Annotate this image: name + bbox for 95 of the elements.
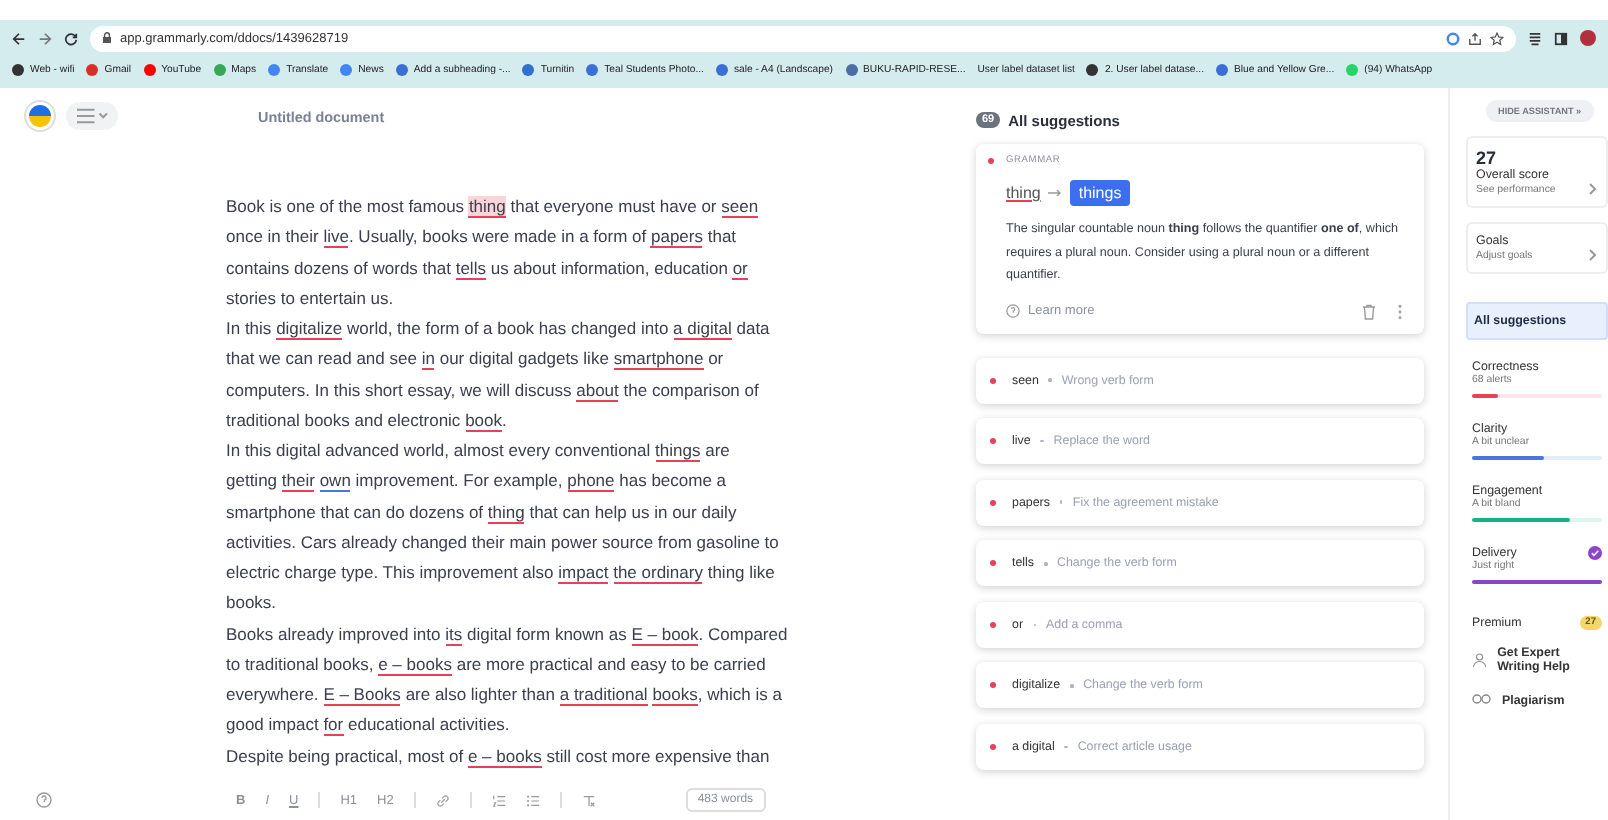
flagged-word[interactable]: e – books xyxy=(378,653,452,676)
flagged-word[interactable]: impact xyxy=(558,562,609,584)
flagged-word[interactable]: about xyxy=(576,379,619,401)
selected-word[interactable]: thing xyxy=(468,196,506,218)
text-run: electric charge type. This improvement also xyxy=(226,562,554,582)
reload-icon[interactable] xyxy=(64,31,78,45)
text-run: traditional books and electronic xyxy=(226,409,461,430)
clear-format-icon[interactable] xyxy=(581,793,596,807)
flagged-word[interactable]: things xyxy=(655,440,701,462)
share-icon[interactable] xyxy=(1468,31,1482,45)
text-run: . xyxy=(502,409,507,430)
flagged-word[interactable]: phone xyxy=(567,470,615,493)
person-icon xyxy=(1472,650,1488,670)
flagged-word[interactable]: tells xyxy=(455,257,486,279)
flagged-word[interactable]: books xyxy=(652,684,698,706)
text-run: good impact xyxy=(226,714,319,735)
text-run: us about information, education xyxy=(490,257,728,277)
text-run: digital form known as xyxy=(467,623,627,643)
text-run: In this digital advanced world, almost every conventional xyxy=(226,440,651,460)
flagged-word[interactable]: smartphone xyxy=(613,348,704,371)
text-run: has become a xyxy=(619,470,727,491)
text-run: thing like xyxy=(707,562,775,582)
text-run: In this xyxy=(226,318,272,338)
more-icon[interactable] xyxy=(1396,303,1404,319)
sidebar-icon[interactable] xyxy=(1554,31,1568,45)
back-icon[interactable] xyxy=(12,31,26,45)
menu-icon[interactable] xyxy=(66,102,118,130)
forward-icon[interactable] xyxy=(38,31,52,45)
text-run: that xyxy=(707,226,737,247)
trash-icon[interactable] xyxy=(1362,303,1376,319)
numbered-list-icon[interactable] xyxy=(491,793,506,807)
text-run: , which is a xyxy=(697,684,782,704)
text-run: smartphone that can do dozens of xyxy=(226,501,484,521)
text-run: Book is one of the most famous xyxy=(226,196,465,216)
text-run: are more practical and easy to be carried xyxy=(456,653,766,674)
text-run: Despite being practical, most of xyxy=(226,745,464,765)
star-icon[interactable] xyxy=(1490,31,1504,45)
text-run: . Usually, books were made in a form of xyxy=(348,226,647,247)
text-run: that everyone must have or xyxy=(510,196,717,216)
flagged-word[interactable]: the ordinary xyxy=(613,562,703,584)
flagged-word[interactable]: book xyxy=(465,409,502,432)
text-run: world, the form of a book has changed into xyxy=(347,318,669,338)
extensions-icon[interactable] xyxy=(1528,31,1542,45)
text-run: books. xyxy=(226,592,277,613)
lock-icon xyxy=(102,32,112,44)
text-run: stories to entertain us. xyxy=(226,287,394,308)
text-run: contains dozens of words that xyxy=(226,257,451,277)
text-run: computers. In this short essay, we will discuss xyxy=(226,379,572,399)
link-icon[interactable] xyxy=(435,793,450,807)
flagged-word[interactable]: E – Books xyxy=(323,684,401,706)
text-run: Books already improved into xyxy=(226,623,441,643)
text-run: the comparison of xyxy=(623,379,759,399)
text-run: improvement. For example, xyxy=(355,470,563,491)
text-run: are also lighter than xyxy=(405,684,555,704)
flagged-word[interactable]: digitalize xyxy=(276,318,343,340)
flagged-word[interactable]: live xyxy=(323,226,349,249)
flagged-word[interactable]: seen xyxy=(721,196,759,218)
flagged-word[interactable]: E – book xyxy=(631,623,699,645)
flagged-word[interactable]: e – books xyxy=(467,745,542,767)
flagged-word[interactable]: thing xyxy=(487,501,525,523)
flagged-word[interactable]: own xyxy=(319,470,351,493)
text-run: . Compared xyxy=(698,623,788,643)
replacement-button[interactable]: things xyxy=(1070,180,1130,206)
text-run: activities. Cars already changed their main power source from gasoline to xyxy=(226,531,779,552)
text-run: that can help us in our daily xyxy=(529,501,737,521)
score-value: 27 xyxy=(1476,148,1499,168)
alert-dot-icon xyxy=(988,158,994,164)
chevron-icon xyxy=(1588,182,1598,196)
text-run: once in their xyxy=(226,226,319,247)
text-run: data xyxy=(736,318,770,338)
text-run: or xyxy=(708,348,724,369)
help-icon[interactable] xyxy=(36,792,52,808)
flagged-word[interactable]: their xyxy=(281,470,315,493)
text-run: still cost more expensive than xyxy=(546,745,770,765)
text-run: are xyxy=(705,440,730,460)
text-run: our digital gadgets like xyxy=(439,348,609,369)
flagged-word[interactable]: a traditional xyxy=(559,684,648,706)
text-run: that we can read and see xyxy=(226,348,417,369)
arrow-icon xyxy=(1048,188,1063,198)
flagged-word[interactable]: or xyxy=(732,257,748,279)
logo-icon[interactable] xyxy=(24,100,56,132)
help-icon xyxy=(1006,304,1020,318)
flagged-word[interactable]: for xyxy=(323,714,344,737)
text-run: getting xyxy=(226,470,278,491)
chevron-icon xyxy=(1588,248,1598,262)
avatar-icon[interactable] xyxy=(1580,30,1596,46)
text-run: to traditional books, xyxy=(226,653,374,674)
bullet-list-icon[interactable] xyxy=(525,793,540,807)
text-run: educational activities. xyxy=(347,714,510,735)
text-run: everywhere. xyxy=(226,684,319,704)
flagged-word[interactable]: papers xyxy=(650,226,703,249)
flagged-word[interactable]: in xyxy=(421,348,435,371)
flagged-word[interactable]: its xyxy=(445,623,463,645)
flagged-word[interactable]: a digital xyxy=(673,318,732,340)
original-word: thing xyxy=(1006,184,1041,202)
